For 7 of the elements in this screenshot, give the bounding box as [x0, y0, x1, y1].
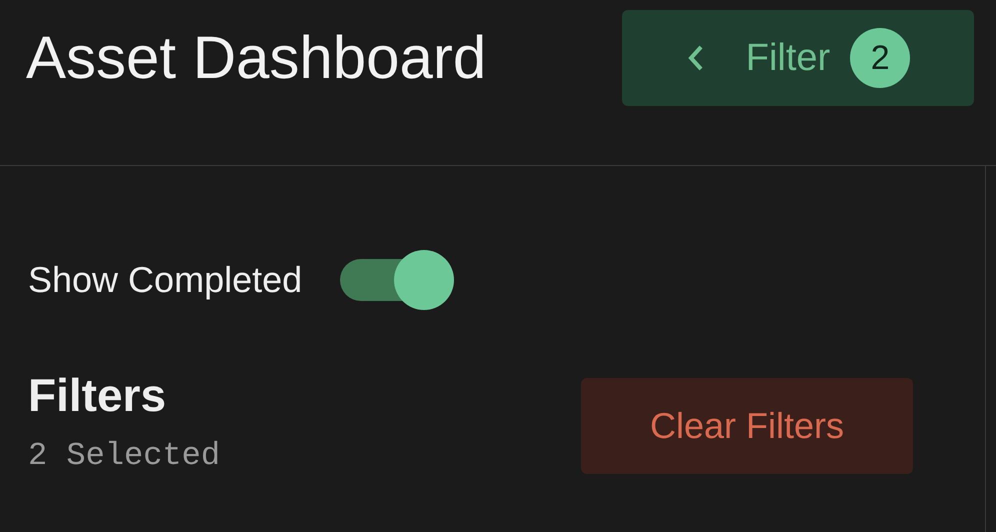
filter-button[interactable]: Filter 2: [622, 10, 974, 106]
toggle-label: Show Completed: [28, 258, 302, 302]
selected-count: 2 Selected: [28, 436, 220, 476]
page-title: Asset Dashboard: [26, 28, 486, 88]
filters-heading: Filters: [28, 372, 168, 418]
count-badge: 2: [850, 28, 910, 88]
clear-filters-button[interactable]: Clear Filters: [581, 378, 913, 474]
